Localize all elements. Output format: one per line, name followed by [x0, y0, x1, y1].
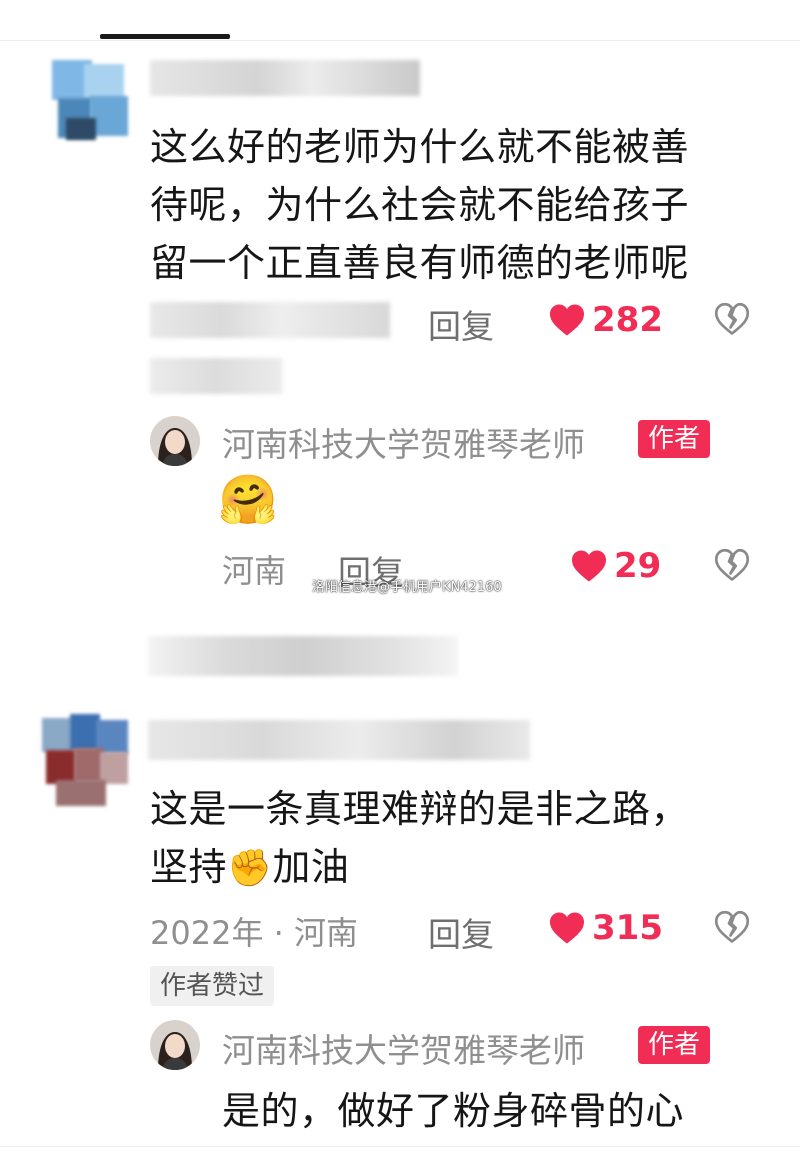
fist-emoji: ✊	[227, 848, 273, 889]
view-replies-redacted[interactable]	[150, 358, 282, 394]
comment-text-line: 坚持✊加油	[150, 838, 770, 898]
comment-2: 这是一条真理难辩的是非之路， 坚持✊加油 2022年 · 河南 回复 315 作…	[0, 700, 800, 1010]
expand-replies-redacted[interactable]	[148, 636, 458, 676]
broken-heart-icon[interactable]	[714, 548, 750, 584]
like-count: 29	[614, 546, 662, 586]
reply-location: 河南	[222, 552, 287, 590]
bottom-divider	[0, 1146, 800, 1147]
author-name[interactable]: 河南科技大学贺雅琴老师	[222, 418, 585, 466]
like-count: 315	[592, 908, 663, 948]
comment-text: 这是一条真理难辩的是非之路， 坚持✊加油	[150, 780, 770, 898]
broken-heart-icon[interactable]	[714, 302, 750, 338]
comment-text-line: 留一个正直善良有师德的老师呢	[150, 241, 690, 285]
reply-button[interactable]: 回复	[428, 300, 494, 348]
comment-text-line: 这是一条真理难辩的是非之路，	[150, 787, 690, 831]
meta-redacted	[150, 302, 390, 338]
comment-1: 这么好的老师为什么就不能被善 待呢，为什么社会就不能给孩子 留一个正直善良有师德…	[0, 0, 800, 400]
author-reply-1: 河南科技大学贺雅琴老师 作者 🤗 河南 回复 29	[0, 400, 800, 600]
heart-icon	[550, 912, 584, 944]
author-badge: 作者	[638, 1026, 711, 1064]
avatar[interactable]	[34, 710, 134, 810]
reply-text: 是的，做好了粉身碎骨的心	[222, 1089, 685, 1133]
hug-emoji: 🤗	[218, 472, 278, 528]
like-button[interactable]: 315	[548, 908, 663, 948]
like-button[interactable]: 29	[570, 546, 661, 586]
author-avatar-icon	[150, 416, 200, 466]
author-name[interactable]: 河南科技大学贺雅琴老师	[222, 1024, 585, 1072]
author-avatar-icon	[150, 1020, 200, 1070]
avatar[interactable]	[44, 54, 136, 146]
author-avatar[interactable]	[150, 1020, 200, 1070]
comment-text-line: 这么好的老师为什么就不能被善	[150, 125, 690, 169]
username-redacted	[150, 60, 420, 96]
reply-button[interactable]: 回复	[428, 908, 494, 956]
author-badge: 作者	[638, 420, 711, 458]
comment-text-line: 待呢，为什么社会就不能给孩子	[150, 183, 690, 227]
comment-text: 这么好的老师为什么就不能被善 待呢，为什么社会就不能给孩子 留一个正直善良有师德…	[150, 118, 770, 292]
comment-text-part: 加油	[272, 845, 350, 889]
author-avatar[interactable]	[150, 416, 200, 466]
comment-text-part: 坚持	[150, 845, 228, 889]
author-liked-badge: 作者赞过	[150, 966, 275, 1006]
like-button[interactable]: 282	[548, 300, 663, 340]
watermark: 洛阳信息港@手机用户KN42160	[312, 580, 502, 595]
comment-meta: 2022年 · 河南	[150, 914, 358, 952]
like-count: 282	[592, 300, 663, 340]
username-redacted	[148, 720, 530, 760]
heart-icon	[572, 550, 606, 582]
heart-icon	[550, 304, 584, 336]
broken-heart-icon[interactable]	[714, 910, 750, 946]
